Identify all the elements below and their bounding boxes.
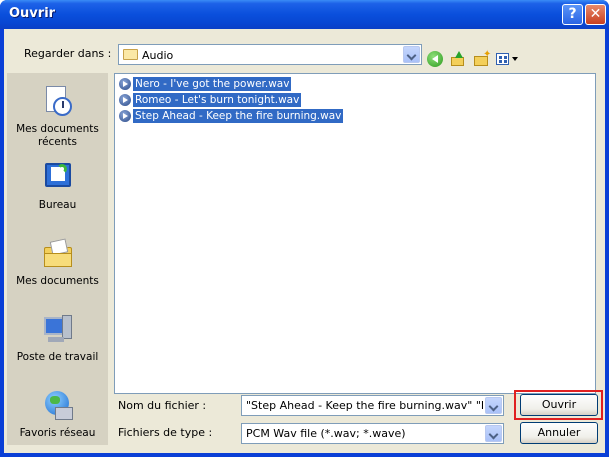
place-network[interactable]: Favoris réseau	[7, 389, 108, 440]
dialog-body: Regarder dans : Audio ✦ Mes documents ré…	[4, 29, 605, 453]
file-list[interactable]: Nero - I've got the power.wav Romeo - Le…	[114, 73, 596, 394]
file-name: Nero - I've got the power.wav	[133, 77, 292, 91]
file-name-field[interactable]: "Step Ahead - Keep the fire burning.wav"…	[241, 395, 504, 416]
audio-file-icon	[119, 110, 131, 122]
folder-icon	[123, 49, 138, 60]
place-recent-documents[interactable]: Mes documents récents	[7, 85, 108, 149]
chevron-down-icon[interactable]	[403, 46, 420, 63]
open-dialog: Ouvrir ? ✕ Regarder dans : Audio ✦ Mes d…	[0, 0, 609, 457]
file-type-dropdown[interactable]: PCM Wav file (*.wav; *.wave)	[241, 423, 504, 444]
title-bar[interactable]: Ouvrir ? ✕	[0, 0, 609, 29]
place-my-computer[interactable]: Poste de travail	[7, 313, 108, 364]
file-type-value: PCM Wav file (*.wav; *.wave)	[246, 427, 406, 440]
look-in-dropdown[interactable]: Audio	[118, 44, 422, 65]
place-desktop[interactable]: Bureau	[7, 161, 108, 212]
audio-file-icon	[119, 78, 131, 90]
audio-file-icon	[119, 94, 131, 106]
places-bar: Mes documents récents Bureau Mes documen…	[7, 73, 108, 445]
look-in-value: Audio	[142, 49, 174, 62]
chevron-down-icon[interactable]	[485, 397, 502, 414]
place-label: Poste de travail	[16, 351, 99, 363]
recent-documents-icon	[41, 85, 75, 119]
help-button[interactable]: ?	[562, 4, 583, 25]
look-in-label: Regarder dans :	[24, 47, 112, 60]
up-folder-icon[interactable]	[450, 51, 466, 67]
file-name: Step Ahead - Keep the fire burning.wav	[133, 109, 344, 123]
my-computer-icon	[41, 313, 75, 347]
chevron-down-icon[interactable]	[485, 425, 502, 442]
cancel-button[interactable]: Annuler	[520, 422, 598, 444]
place-label: Mes documents	[16, 275, 99, 287]
close-button[interactable]: ✕	[585, 4, 606, 25]
place-my-documents[interactable]: Mes documents	[7, 237, 108, 288]
window-title: Ouvrir	[9, 6, 56, 21]
desktop-icon	[41, 161, 75, 195]
back-icon[interactable]	[427, 51, 443, 67]
place-label: Mes documents récents	[16, 123, 99, 148]
file-name-value: "Step Ahead - Keep the fire burning.wav"…	[246, 399, 483, 412]
file-name-label: Nom du fichier :	[118, 399, 207, 412]
file-type-label: Fichiers de type :	[118, 426, 213, 439]
open-button[interactable]: Ouvrir	[520, 394, 598, 416]
views-menu-icon[interactable]	[496, 51, 518, 67]
place-label: Bureau	[38, 199, 77, 211]
new-folder-icon[interactable]: ✦	[474, 50, 491, 67]
network-places-icon	[41, 389, 75, 423]
file-name: Romeo - Let's burn tonight.wav	[133, 93, 302, 107]
place-label: Favoris réseau	[19, 427, 96, 439]
my-documents-icon	[41, 237, 75, 271]
